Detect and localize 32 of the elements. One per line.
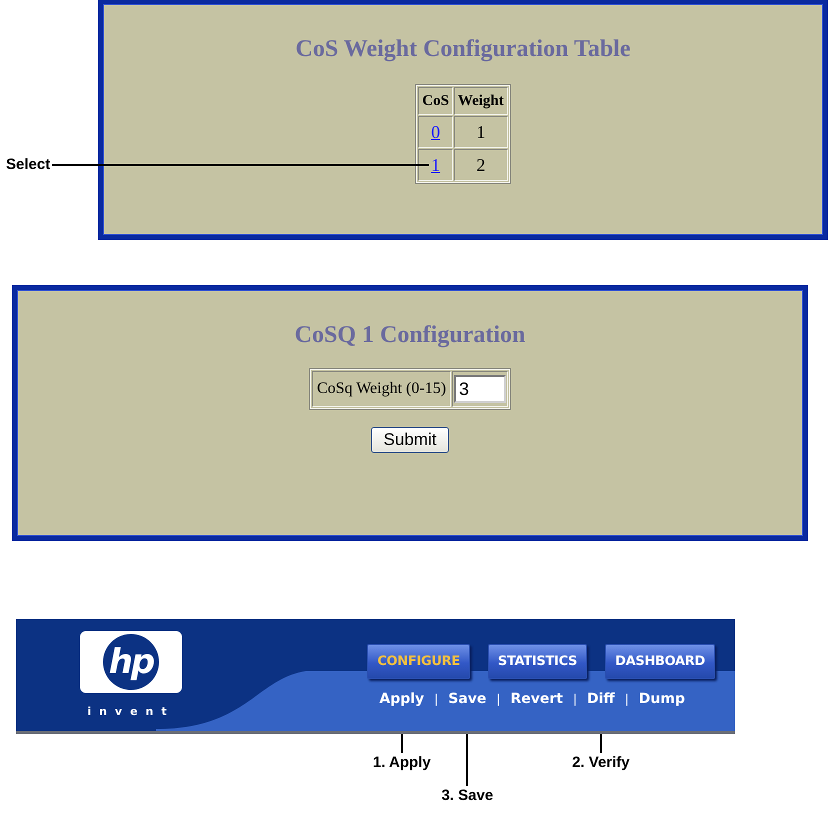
cos-link[interactable]: 1 — [431, 154, 440, 174]
callout-label: Select — [6, 156, 50, 172]
panel-title: CoSQ 1 Configuration — [294, 322, 526, 349]
submit-button[interactable]: Submit — [370, 427, 450, 453]
table-cell: 2 — [454, 149, 508, 181]
leader-line — [600, 734, 602, 753]
action-link[interactable]: Save — [448, 691, 486, 707]
separator: | — [496, 692, 500, 706]
column-header: CoS — [418, 87, 453, 115]
callout-label: 3. Save — [441, 787, 494, 804]
separator: | — [434, 692, 438, 706]
separator: | — [572, 692, 577, 706]
weight-field[interactable]: 3 — [454, 375, 506, 403]
action-link[interactable]: Diff — [586, 691, 615, 707]
logo-tagline: invent — [87, 705, 175, 718]
leader-line — [400, 734, 403, 753]
action-link[interactable]: Apply — [379, 691, 424, 707]
nav-tab[interactable]: DASHBOARD — [605, 644, 715, 679]
callout-label: 1. Apply — [372, 754, 431, 771]
callout-label: 2. Verify — [572, 754, 630, 771]
field-label: CoSq Weight (0-15) — [312, 371, 452, 407]
logo-circle: hp — [103, 634, 159, 690]
column-header: Weight — [454, 87, 508, 115]
action-link[interactable]: Revert — [510, 691, 563, 707]
table-cell: 1 — [454, 116, 508, 148]
action-link[interactable]: Dump — [638, 691, 685, 707]
leader-line — [466, 734, 468, 786]
cos-link[interactable]: 0 — [431, 122, 440, 142]
nav-tab[interactable]: STATISTICS — [488, 644, 588, 679]
panel-title: CoS Weight Configuration Table — [296, 36, 630, 63]
nav-tab[interactable]: CONFIGURE — [367, 644, 470, 679]
separator: | — [624, 692, 629, 706]
